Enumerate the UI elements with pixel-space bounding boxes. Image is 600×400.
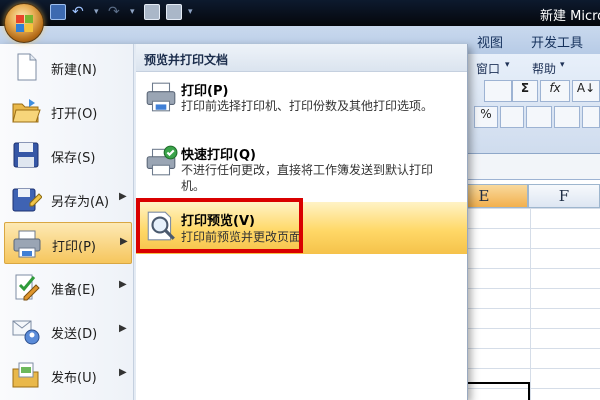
office-logo-icon	[16, 15, 34, 33]
menu-item-label: 发送(D)	[51, 327, 98, 342]
option-title: 快速打印(Q)	[181, 148, 256, 163]
customize-toolbar-icon[interactable]: ▾	[188, 4, 196, 20]
save-as-icon	[10, 183, 42, 215]
tool-icon[interactable]	[144, 4, 160, 20]
window-group-label[interactable]: 窗口	[476, 60, 500, 77]
printer-icon	[144, 80, 178, 114]
option-title: 打印(P)	[181, 84, 229, 99]
cell-border	[528, 382, 530, 400]
open-folder-icon	[10, 95, 42, 127]
office-menu: 新建(N) 打开(O) 保存(S) 另存为(A) ▶ 打印(P) ▶ 准备(E)…	[0, 44, 468, 400]
window-title: 新建 Micro	[540, 9, 600, 24]
tab-developer[interactable]: 开发工具	[531, 32, 583, 51]
save-floppy-icon	[10, 139, 42, 171]
prepare-icon	[10, 271, 42, 303]
paste-icon[interactable]	[166, 4, 182, 20]
submenu-arrow-icon: ▶	[120, 236, 128, 247]
menu-item-label: 另存为(A)	[51, 195, 110, 210]
undo-icon[interactable]: ↶	[72, 4, 88, 20]
percent-button[interactable]: %	[474, 106, 498, 128]
submenu-arrow-icon: ▶	[119, 367, 127, 378]
print-submenu: 预览并打印文档 打印(P) 打印前选择打印机、打印份数及其他打印选项。 快速打印…	[136, 44, 467, 400]
title-bar: ↶ ▾ ↷ ▾ ▾ 新建 Micro	[0, 0, 600, 26]
sort-button[interactable]: A↓	[572, 80, 600, 102]
quick-print-icon	[144, 144, 178, 178]
print-preview-option[interactable]: 打印预览(V) 打印前预览并更改页面	[136, 202, 467, 254]
menu-item-label: 打开(O)	[51, 107, 98, 122]
redo-dropdown-icon[interactable]: ▾	[130, 4, 138, 20]
submenu-arrow-icon: ▶	[119, 279, 127, 290]
submenu-arrow-icon: ▶	[119, 323, 127, 334]
menu-item-save-as[interactable]: 另存为(A) ▶	[4, 178, 132, 220]
menu-item-label: 准备(E)	[51, 283, 96, 298]
tab-view[interactable]: 视图	[477, 32, 503, 51]
save-icon[interactable]	[50, 4, 66, 20]
comma-button[interactable]	[500, 106, 524, 128]
submenu-title: 预览并打印文档	[144, 53, 229, 67]
print-option[interactable]: 打印(P) 打印前选择打印机、打印份数及其他打印选项。	[136, 76, 467, 132]
function-button[interactable]: fx	[540, 80, 570, 102]
cell-grid[interactable]	[460, 208, 600, 400]
menu-item-label: 发布(U)	[51, 371, 97, 386]
menu-item-prepare[interactable]: 准备(E) ▶	[4, 266, 132, 308]
submenu-arrow-icon: ▶	[119, 191, 127, 202]
print-preview-icon	[144, 209, 178, 243]
increase-decimal-button[interactable]	[526, 106, 552, 128]
cell-border	[460, 382, 530, 384]
menu-item-open[interactable]: 打开(O)	[4, 90, 132, 132]
more-button[interactable]	[582, 106, 600, 128]
option-description: 打印前选择打印机、打印份数及其他打印选项。	[181, 99, 434, 113]
publish-icon	[10, 359, 42, 391]
menu-item-print[interactable]: 打印(P) ▶	[4, 222, 132, 264]
office-menu-commands: 新建(N) 打开(O) 保存(S) 另存为(A) ▶ 打印(P) ▶ 准备(E)…	[0, 44, 134, 400]
column-header-f[interactable]: F	[528, 184, 600, 208]
undo-dropdown-icon[interactable]: ▾	[94, 4, 102, 20]
help-dropdown-icon[interactable]: ▾	[560, 60, 565, 70]
menu-item-label: 新建(N)	[51, 63, 97, 78]
quick-access-toolbar: ↶ ▾ ↷ ▾ ▾	[50, 4, 196, 20]
menu-item-publish[interactable]: 发布(U) ▶	[4, 354, 132, 396]
option-description: 打印前预览并更改页面	[181, 230, 302, 244]
web-icon[interactable]	[484, 80, 512, 102]
menu-item-send[interactable]: 发送(D) ▶	[4, 310, 132, 352]
menu-item-new[interactable]: 新建(N)	[4, 46, 132, 88]
office-button[interactable]	[4, 3, 44, 43]
quick-print-option[interactable]: 快速打印(Q) 不进行任何更改，直接将工作簿发送到默认打印机。	[136, 140, 467, 196]
new-document-icon	[10, 51, 42, 83]
option-title: 打印预览(V)	[181, 214, 255, 229]
help-group-label[interactable]: 帮助	[532, 60, 556, 77]
sum-button[interactable]: Σ	[512, 80, 538, 102]
menu-item-save[interactable]: 保存(S)	[4, 134, 132, 176]
option-description: 不进行任何更改，直接将工作簿发送到默认打印机。	[181, 163, 434, 193]
window-dropdown-icon[interactable]: ▾	[505, 60, 510, 70]
send-icon	[10, 315, 42, 347]
submenu-header: 预览并打印文档	[136, 44, 467, 72]
menu-item-label: 保存(S)	[51, 151, 96, 166]
printer-icon	[11, 228, 43, 260]
redo-icon[interactable]: ↷	[108, 4, 124, 20]
menu-item-label: 打印(P)	[52, 240, 96, 255]
decrease-decimal-button[interactable]	[554, 106, 580, 128]
